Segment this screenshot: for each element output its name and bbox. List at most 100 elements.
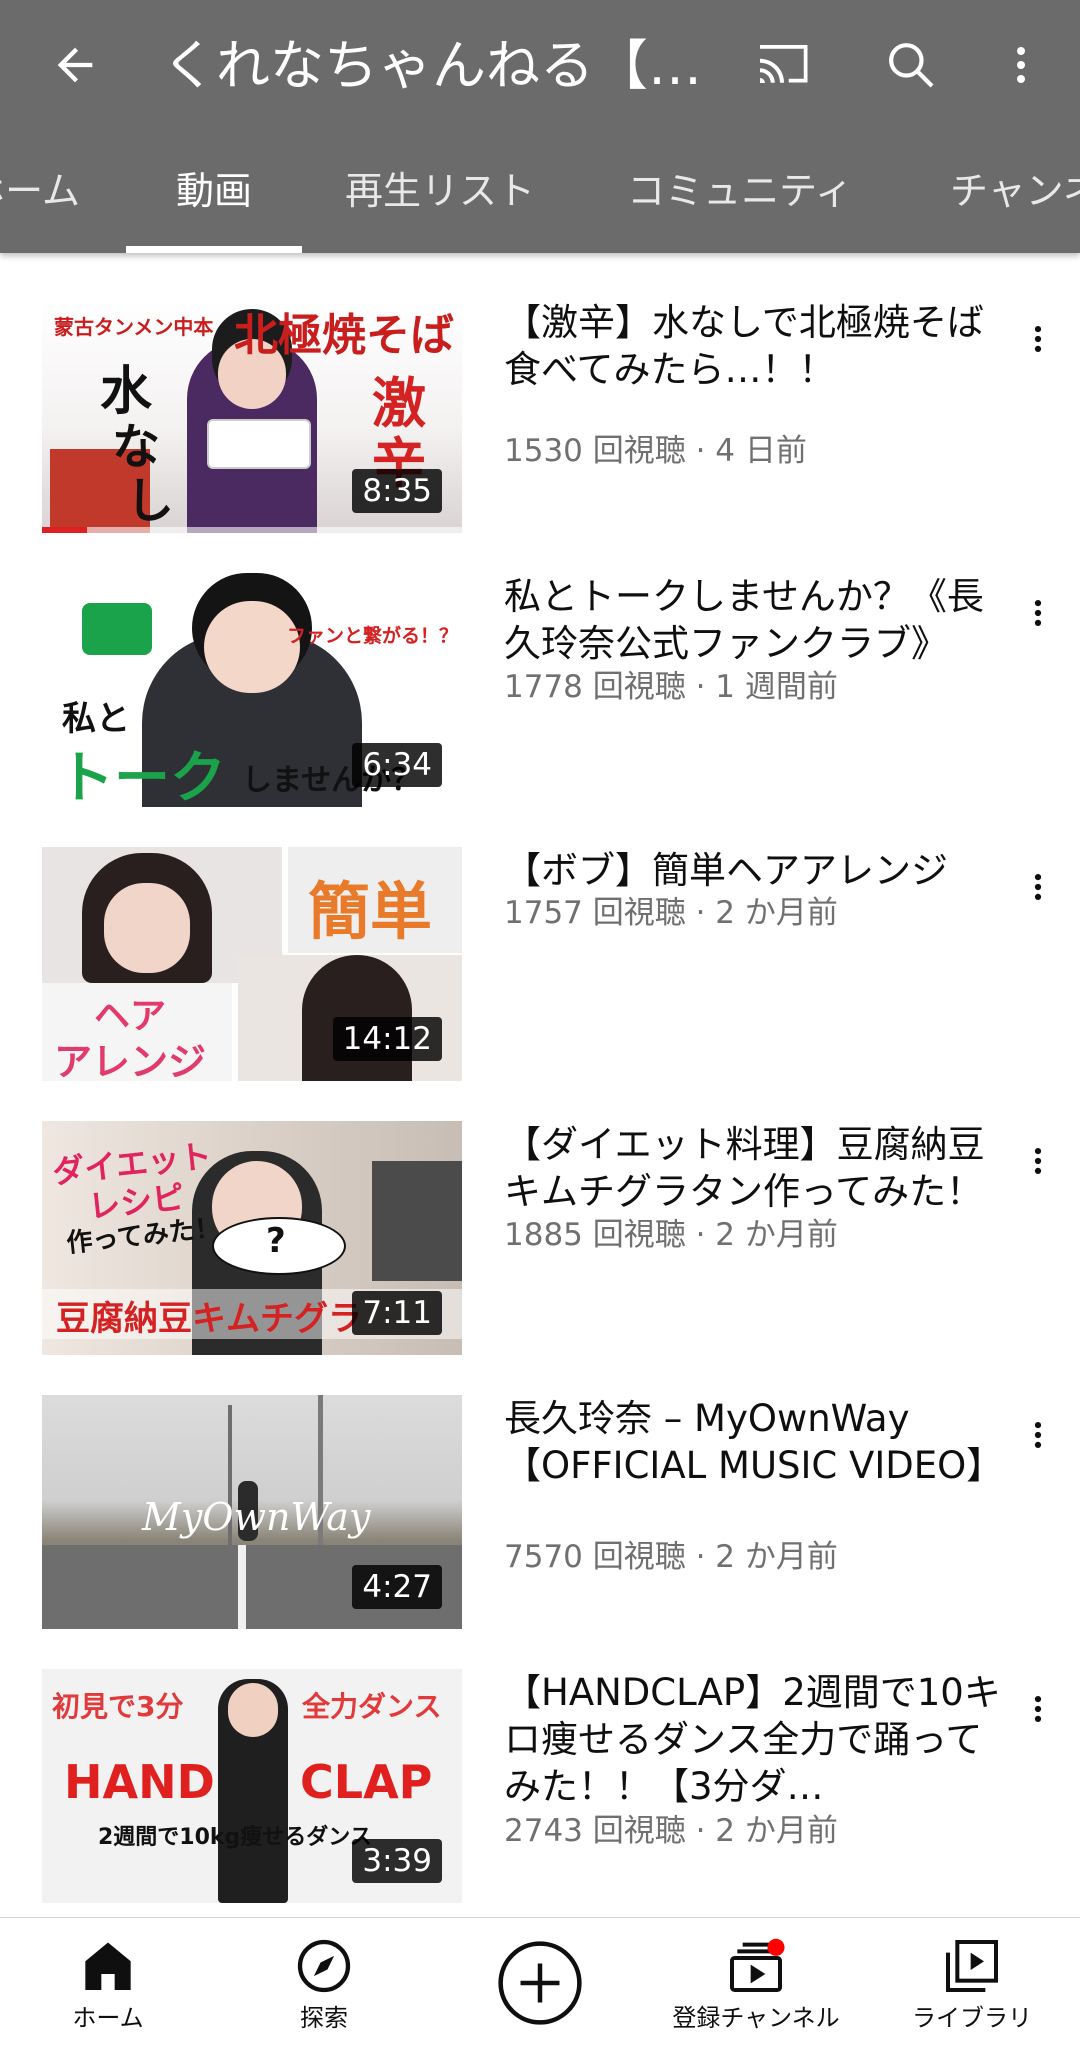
thumbnail-text: トーク: [58, 746, 226, 807]
video-duration: 14:12: [332, 1017, 442, 1061]
video-item[interactable]: ? ダイエット レシピ 作ってみた！ 豆腐納豆キムチグラ 7:11 【ダイエット…: [0, 1121, 1080, 1395]
thumbnail-text: 初見で3分: [52, 1690, 184, 1723]
thumbnail-face: [104, 883, 190, 973]
nav-subscriptions[interactable]: 登録チャンネル: [656, 1918, 856, 2045]
video-item[interactable]: MyOwnWay 4:27 長久玲奈 – MyOwnWay【OFFICIAL M…: [0, 1395, 1080, 1669]
thumbnail-pole: [318, 1395, 323, 1565]
thumbnail-text: ファンと繋がる！？: [287, 625, 459, 647]
thumbnail-face: [228, 1683, 278, 1737]
video-thumbnail[interactable]: MyOwnWay 4:27: [42, 1395, 462, 1629]
thumbnail-text: 豆腐納豆キムチグラ: [56, 1299, 362, 1339]
home-icon: [85, 1942, 131, 1990]
create-button[interactable]: [495, 1938, 585, 2028]
video-duration: 8:35: [352, 469, 442, 513]
video-duration: 6:34: [352, 743, 442, 787]
create-plus-icon: [498, 1941, 582, 2025]
video-meta: 1757 回視聴 · 2 か月前: [504, 895, 838, 931]
channel-tabs: ホーム 動画 再生リスト コミュニティ チャンネル: [0, 130, 1080, 253]
thumbnail-face: [204, 601, 300, 693]
video-thumbnail[interactable]: 蒙古タンメン中本 北極焼そば 水 な し 激 辛 8:35: [42, 299, 462, 533]
thumbnail-appliance: [372, 1161, 462, 1281]
search-icon: [889, 43, 934, 88]
explore-icon: [297, 1939, 351, 1993]
subscriptions-icon: [730, 1938, 785, 1992]
thumbnail-text: ?: [266, 1221, 286, 1261]
video-thumbnail[interactable]: 初見で3分 全力ダンス HAND CLAP 2週間で10kg痩せるダンス 3:3…: [42, 1669, 462, 1903]
chat-bubble-icon: [82, 603, 152, 655]
video-duration: 3:39: [352, 1839, 442, 1883]
video-more-button[interactable]: [1008, 1395, 1068, 1475]
video-more-button[interactable]: [1008, 1669, 1068, 1749]
video-title[interactable]: 【ボブ】簡単ヘアアレンジ: [504, 847, 1002, 894]
video-meta: 1778 回視聴 · 1 週間前: [504, 669, 838, 705]
cast-button[interactable]: [740, 20, 830, 110]
video-more-button[interactable]: [1008, 299, 1068, 379]
thumbnail-text: 北極焼そば: [234, 310, 454, 361]
video-more-button[interactable]: [1008, 847, 1068, 927]
tab-channels[interactable]: チャンネル: [950, 130, 1080, 253]
nav-label: 探索: [300, 2004, 348, 2032]
nav-label: ホーム: [72, 2004, 144, 2032]
thumbnail-text: 2週間で10kg痩せるダンス: [98, 1825, 372, 1850]
back-arrow-icon: [57, 47, 93, 83]
thumbnail-text: し: [126, 473, 175, 529]
nav-library[interactable]: ライブラリ: [872, 1918, 1072, 2045]
nav-home[interactable]: ホーム: [8, 1918, 208, 2045]
bottom-navigation: ホーム 探索 登録チャンネル ライブラリ: [0, 1917, 1080, 2045]
thumbnail-text: HAND: [64, 1755, 215, 1809]
thumbnail-text: MyOwnWay: [142, 1495, 371, 1539]
video-thumbnail[interactable]: 簡単 ヘア アレンジ 14:12: [42, 847, 462, 1081]
more-vert-icon: [1017, 47, 1025, 83]
more-vert-icon: [1034, 1147, 1042, 1175]
watch-progress-bar: [42, 527, 87, 533]
more-vert-icon: [1034, 873, 1042, 901]
video-title[interactable]: 長久玲奈 – MyOwnWay【OFFICIAL MUSIC VIDEO】: [504, 1395, 1002, 1489]
video-title[interactable]: 【激辛】水なしで北極焼そば食べてみたら…！！: [504, 299, 1002, 393]
video-item[interactable]: 簡単 ヘア アレンジ 14:12 【ボブ】簡単ヘアアレンジ 1757 回視聴 ·…: [0, 847, 1080, 1121]
nav-explore[interactable]: 探索: [224, 1918, 424, 2045]
video-meta: 1885 回視聴 · 2 か月前: [504, 1217, 838, 1253]
tab-videos[interactable]: 動画: [126, 130, 302, 253]
tab-home[interactable]: ホーム: [0, 130, 80, 253]
thumbnail-text: 簡単: [308, 875, 433, 948]
more-vert-icon: [1034, 1695, 1042, 1723]
tab-playlists[interactable]: 再生リスト: [340, 130, 540, 253]
library-icon: [946, 1940, 998, 1992]
video-title[interactable]: 【ダイエット料理】豆腐納豆キムチグラタン作ってみた！: [504, 1121, 1002, 1215]
watch-progress-track: [42, 527, 462, 533]
thumbnail-text: 蒙古タンメン中本: [54, 315, 214, 339]
more-vert-icon: [1034, 325, 1042, 353]
video-title[interactable]: 私とトークしませんか？《長久玲奈公式ファンクラブ》: [504, 573, 1002, 667]
active-tab-indicator: [126, 246, 302, 253]
thumbnail-text: CLAP: [300, 1755, 433, 1809]
more-vert-icon: [1034, 1421, 1042, 1449]
app-bar: くれなちゃんねる【長… ホーム 動画 再生リスト コミュニティ チャンネル: [0, 0, 1080, 253]
video-thumbnail[interactable]: ? ダイエット レシピ 作ってみた！ 豆腐納豆キムチグラ 7:11: [42, 1121, 462, 1355]
thumbnail-bowl: [207, 419, 311, 469]
back-button[interactable]: [30, 20, 120, 110]
video-duration: 7:11: [352, 1291, 442, 1335]
video-title[interactable]: 【HANDCLAP】2週間で10キロ痩せるダンス全力で踊ってみた！！【3分ダ…: [504, 1669, 1002, 1810]
more-options-button[interactable]: [976, 20, 1066, 110]
nav-label: ライブラリ: [912, 2004, 1032, 2032]
thumbnail-text: アレンジ: [54, 1040, 207, 1081]
search-button[interactable]: [866, 20, 956, 110]
channel-title: くれなちゃんねる【長…: [162, 34, 702, 97]
tab-community[interactable]: コミュニティ: [620, 130, 860, 253]
video-more-button[interactable]: [1008, 1121, 1068, 1201]
video-duration: 4:27: [352, 1565, 442, 1609]
cast-icon: [760, 45, 808, 83]
video-thumbnail[interactable]: ファンと繋がる！？ 私と トーク しませんか？ 6:34: [42, 573, 462, 807]
more-vert-icon: [1034, 599, 1042, 627]
video-more-button[interactable]: [1008, 573, 1068, 653]
video-meta: 1530 回視聴 · 4 日前: [504, 433, 807, 469]
nav-label: 登録チャンネル: [672, 2004, 840, 2032]
app-bar-top-row: くれなちゃんねる【長…: [0, 0, 1080, 130]
video-meta: 2743 回視聴 · 2 か月前: [504, 1813, 838, 1849]
thumbnail-text: 全力ダンス: [302, 1690, 442, 1723]
video-item[interactable]: ファンと繋がる！？ 私と トーク しませんか？ 6:34 私とトークしませんか？…: [0, 573, 1080, 847]
thumbnail-road-line: [238, 1545, 246, 1629]
video-meta: 7570 回視聴 · 2 か月前: [504, 1539, 838, 1575]
video-item[interactable]: 初見で3分 全力ダンス HAND CLAP 2週間で10kg痩せるダンス 3:3…: [0, 1669, 1080, 1943]
video-item[interactable]: 蒙古タンメン中本 北極焼そば 水 な し 激 辛 8:35 【激辛】水なしで北極…: [0, 299, 1080, 573]
